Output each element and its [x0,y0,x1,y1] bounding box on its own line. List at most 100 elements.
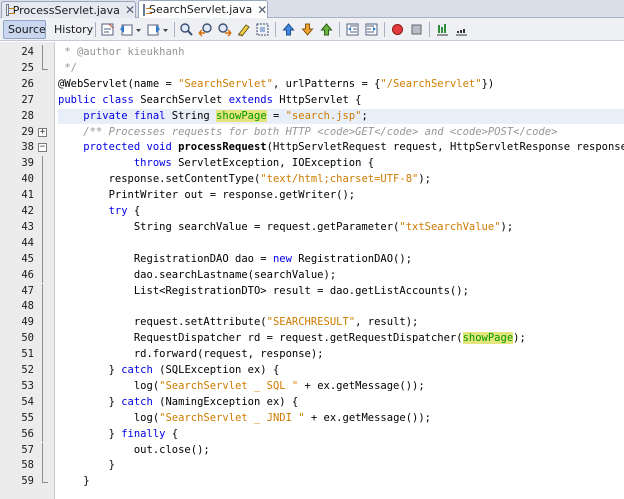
code-line[interactable]: RegistrationDAO dao = new RegistrationDA… [58,252,624,267]
code-line[interactable]: */ [58,61,624,76]
code-token: "text/html;charset=UTF-8" [260,173,419,186]
stop-macro-icon[interactable] [408,21,425,38]
code-line[interactable]: } catch (SQLException ex) { [58,363,624,378]
code-token: catch [121,395,160,408]
fold-end [42,68,48,70]
code-token: ); [513,332,526,345]
fold-guide [42,363,43,379]
code-line[interactable]: } catch (NamingException ex) { [58,395,624,410]
code-token: out.close(); [58,443,210,456]
fold-guide [42,60,43,69]
line-number: 52 [21,364,34,376]
tab-processservlet[interactable]: ProcessServlet.java ✕ [1,1,136,18]
code-line[interactable] [58,299,624,314]
code-line[interactable]: rd.forward(request, response); [58,347,624,362]
line-number: 44 [21,236,34,249]
toggle-bookmark-icon[interactable] [318,21,335,38]
forward-dropdown-icon[interactable] [161,21,170,38]
code-token: processRequest [178,141,267,154]
last-edit-icon[interactable] [99,21,116,38]
line-number-gutter: 24 25 26 27 28 29 +38−39 40 41 42 43 44 45 46 47 48 49 50… [0,42,55,499]
back-dropdown-icon[interactable] [134,21,143,38]
comment-icon[interactable] [434,21,451,38]
code-token: ; [361,109,368,122]
forward-icon[interactable] [145,21,162,38]
code-line[interactable]: } finally { [58,427,624,442]
code-line[interactable]: dao.searchLastname(searchValue); [58,268,624,283]
code-token: } [58,475,90,488]
find-next-icon[interactable] [216,21,233,38]
code-line[interactable]: /** Processes requests for both HTTP <co… [58,125,624,140]
code-line[interactable]: log("SearchServlet _ JNDI " + ex.getMess… [58,411,624,426]
code-line[interactable]: String searchValue = request.getParamete… [58,220,624,235]
code-token: log( [58,379,160,392]
code-line[interactable]: response.setContentType("text/html;chars… [58,172,624,187]
code-line[interactable]: List<RegistrationDTO> result = dao.getLi… [58,284,624,299]
toolbar-separator [95,22,96,37]
close-icon[interactable]: ✕ [125,3,135,17]
history-view-button[interactable]: History [49,20,93,39]
fold-guide [42,458,43,475]
code-line[interactable]: protected void processRequest(HttpServle… [58,140,624,155]
uncomment-icon[interactable] [453,21,470,38]
code-line[interactable]: RequestDispatcher rd = request.getReques… [58,331,624,346]
code-line[interactable]: private final String showPage = "search.… [58,108,624,124]
find-previous-icon[interactable] [197,21,214,38]
fold-guide [42,267,43,284]
code-line[interactable]: PrintWriter out = response.getWriter(); [58,188,624,203]
toolbar-separator [275,22,276,37]
shift-left-icon[interactable] [344,21,361,38]
tab-label: ProcessServlet.java [12,3,120,17]
code-token: "SearchServlet" [178,77,273,90]
tab-label: SearchServlet.java [149,3,253,16]
code-line[interactable]: @WebServlet(name = "SearchServlet", urlP… [58,77,624,92]
code-token: RequestDispatcher rd = request.getReques… [58,332,463,345]
code-line[interactable]: } [58,458,624,473]
line-number: 54 [21,395,34,408]
code-line[interactable]: request.setAttribute("SEARCHRESULT", res… [58,315,624,330]
next-bookmark-icon[interactable] [299,21,316,38]
line-number: 56 [21,427,34,440]
fold-guide [42,188,43,204]
code-line[interactable]: try { [58,204,624,219]
source-view-button[interactable]: Source [3,20,46,39]
code-line[interactable]: * @author kieukhanh [58,45,624,60]
fold-end [42,482,48,484]
toolbar-separator [429,22,430,37]
shift-right-icon[interactable] [363,21,380,38]
code-token: request.setAttribute( [58,316,267,329]
expand-fold-icon[interactable]: + [38,127,47,137]
code-line[interactable]: log("SearchServlet _ SQL " + ex.getMessa… [58,379,624,394]
fold-guide [42,219,43,236]
fold-guide [42,283,43,300]
code-token: response.setContentType( [58,173,261,186]
code-token: */ [58,61,77,74]
code-token: log( [58,411,160,424]
code-line[interactable]: throws ServletException, IOException { [58,156,624,171]
toggle-rectangular-select-icon[interactable] [254,21,271,38]
back-icon[interactable] [118,21,135,38]
code-line[interactable]: out.close(); [58,443,624,458]
fold-guide [42,172,43,189]
code-token: }) [481,77,495,90]
code-token: String [171,109,217,122]
line-number: 49 [21,316,34,329]
collapse-fold-icon[interactable]: − [38,143,47,153]
fold-guide [42,299,43,316]
close-icon[interactable]: ✕ [257,3,267,17]
code-token: } [58,364,122,376]
code-token: ); [500,220,514,233]
code-token: { [133,205,141,217]
code-token: "SearchServlet _ JNDI " [159,411,305,424]
code-editor[interactable]: 24 25 26 27 28 29 +38−39 40 41 42 43 44 45 46 47 48 49 50… [0,42,624,499]
toggle-highlight-icon[interactable] [235,21,252,38]
start-macro-icon[interactable] [389,21,406,38]
code-token: "txtSearchValue" [399,220,501,233]
code-line[interactable]: public class SearchServlet extends HttpS… [58,93,624,108]
previous-bookmark-icon[interactable] [280,21,297,38]
find-selection-icon[interactable] [178,21,195,38]
code-line[interactable]: } [58,474,624,489]
tab-searchservlet[interactable]: SearchServlet.java ✕ [138,0,268,18]
code-line[interactable] [58,236,624,251]
code-token: "search.jsp" [285,109,362,122]
